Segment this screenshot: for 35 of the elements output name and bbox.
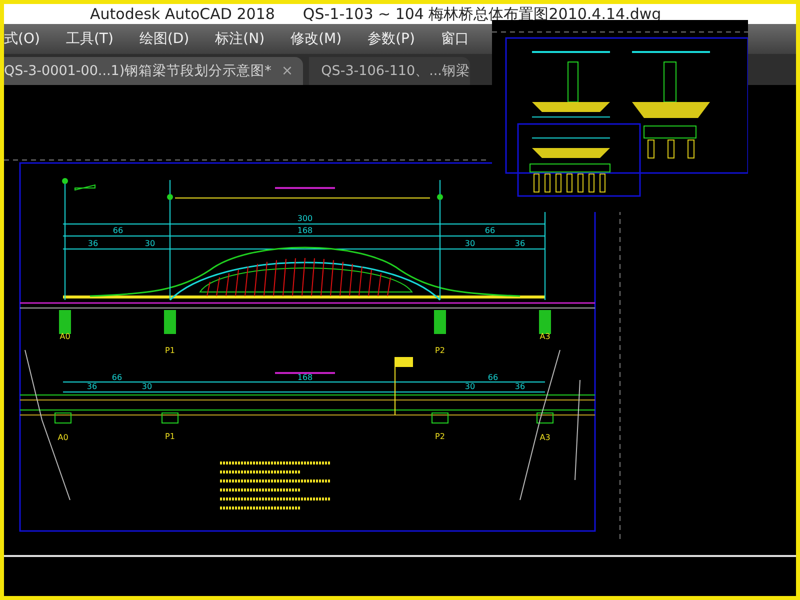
pier-label: P1 [165, 432, 175, 441]
dimension-text: 30 [144, 239, 156, 248]
close-icon[interactable]: × [281, 63, 294, 79]
dimension-text: 36 [514, 382, 526, 391]
dimension-text: 36 [514, 239, 526, 248]
pier-label: P2 [435, 432, 445, 441]
dimension-text: 66 [112, 226, 124, 235]
pier-label: A3 [540, 332, 550, 341]
pier-label: P2 [435, 346, 445, 355]
pier-label: A0 [58, 433, 68, 442]
menu-item[interactable]: 修改(M) [290, 30, 342, 48]
menu-item[interactable]: 式(O) [4, 30, 40, 48]
menu-item[interactable]: 绘图(D) [139, 30, 190, 48]
app-title: Autodesk AutoCAD 2018 [90, 5, 275, 23]
dimension-text: 66 [112, 373, 122, 382]
dimension-text: 66 [488, 373, 498, 382]
dimension-text: 300 [297, 214, 313, 223]
pier-label: A0 [60, 332, 70, 341]
dimension-text: 168 [297, 226, 313, 235]
pier-label: P1 [165, 346, 175, 355]
dimension-text: 66 [484, 226, 496, 235]
pier-label: A3 [540, 433, 550, 442]
dimension-text: 30 [464, 239, 476, 248]
document-tab[interactable]: QS-3-106-110、...钢梁 [309, 57, 470, 85]
dimension-text: 36 [88, 239, 98, 248]
dimension-text: 168 [297, 373, 313, 382]
file-title: QS-1-103 ~ 104 梅林桥总体布置图2010.4.14.dwg [302, 4, 662, 24]
dimension-text: 30 [142, 382, 152, 391]
menu-item[interactable]: 工具(T) [66, 30, 114, 48]
dimension-text: 30 [464, 382, 476, 391]
menu-item[interactable]: 窗口 [440, 30, 469, 48]
dimension-text: 36 [86, 382, 98, 391]
menu-item[interactable]: 标注(N) [215, 30, 265, 48]
document-tab[interactable]: QS-3-0001-00...1)钢箱梁节段划分示意图* × [4, 57, 304, 85]
menu-item[interactable]: 参数(P) [368, 30, 415, 48]
